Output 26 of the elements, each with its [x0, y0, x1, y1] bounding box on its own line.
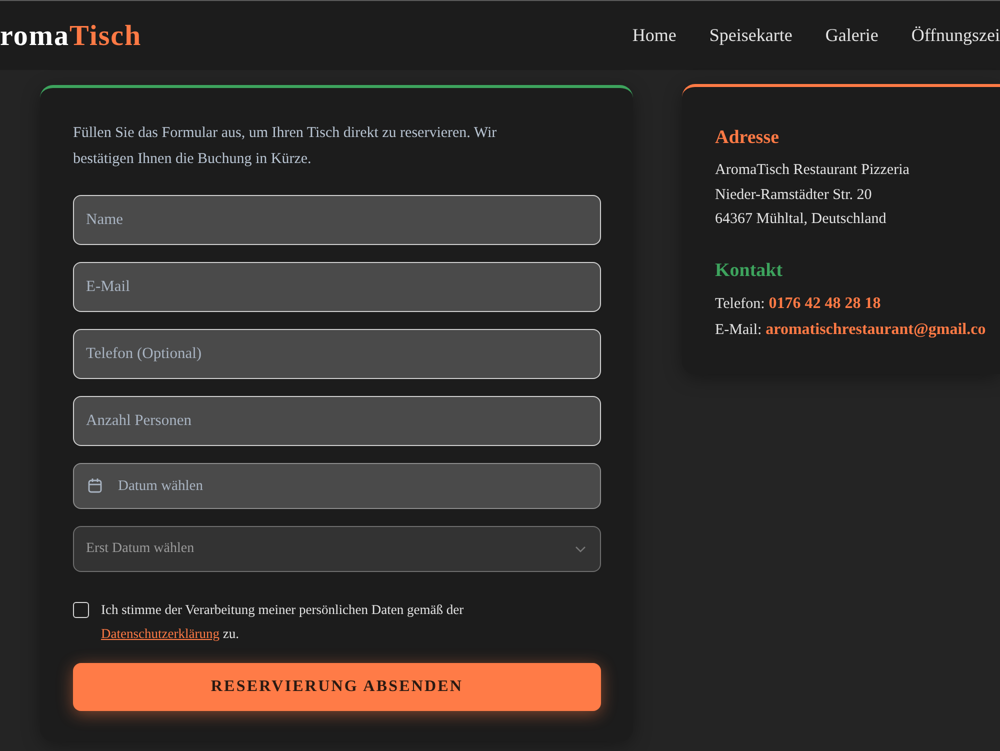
chevron-down-icon: [575, 546, 586, 552]
nav-link[interactable]: Galerie: [825, 25, 878, 46]
address-line: AromaTisch Restaurant Pizzeria: [715, 161, 910, 180]
contact-heading: Kontakt: [715, 258, 784, 282]
date-field[interactable]: Datum wählen: [73, 463, 601, 509]
submit-button[interactable]: RESERVIERUNG ABSENDEN: [73, 663, 601, 711]
privacy-policy-link[interactable]: Datenschutzerklärung: [101, 626, 220, 641]
contact-label: E-Mail:: [715, 322, 762, 338]
nav-link[interactable]: Home: [632, 25, 676, 46]
consent-text: Ich stimme der Verarbeitung meiner persönlichen Daten gemäß der Datenschutzerklärung zu.: [101, 601, 465, 643]
contact-link[interactable]: 0176 42 48 28 18: [768, 294, 881, 312]
address-line: Nieder-Ramstädter Str. 20: [715, 186, 873, 204]
logo[interactable]: romaTisch: [0, 20, 142, 53]
input-field[interactable]: Name: [73, 195, 601, 245]
input-field[interactable]: Anzahl Personen: [73, 396, 601, 446]
intro-text: Füllen Sie das Formular aus, um Ihren Tisch direkt zu reservieren. Wir bestätigen Ihnen die Buchung in Kürze.: [73, 124, 498, 169]
consent-checkbox[interactable]: [73, 602, 89, 618]
input-field[interactable]: Telefon (Optional): [73, 329, 601, 379]
nav-link[interactable]: Speisekarte: [709, 25, 792, 46]
nav-link[interactable]: Öffnungszei: [911, 25, 1000, 46]
address-line: 64367 Mühltal, Deutschland: [715, 210, 888, 229]
address-heading: Adresse: [715, 126, 780, 150]
calendar-icon: [88, 478, 102, 493]
input-field[interactable]: E-Mail: [73, 262, 601, 312]
contact-label: Telefon:: [715, 296, 765, 312]
contact-link[interactable]: aromatischrestaurant@gmail.co: [766, 320, 986, 338]
